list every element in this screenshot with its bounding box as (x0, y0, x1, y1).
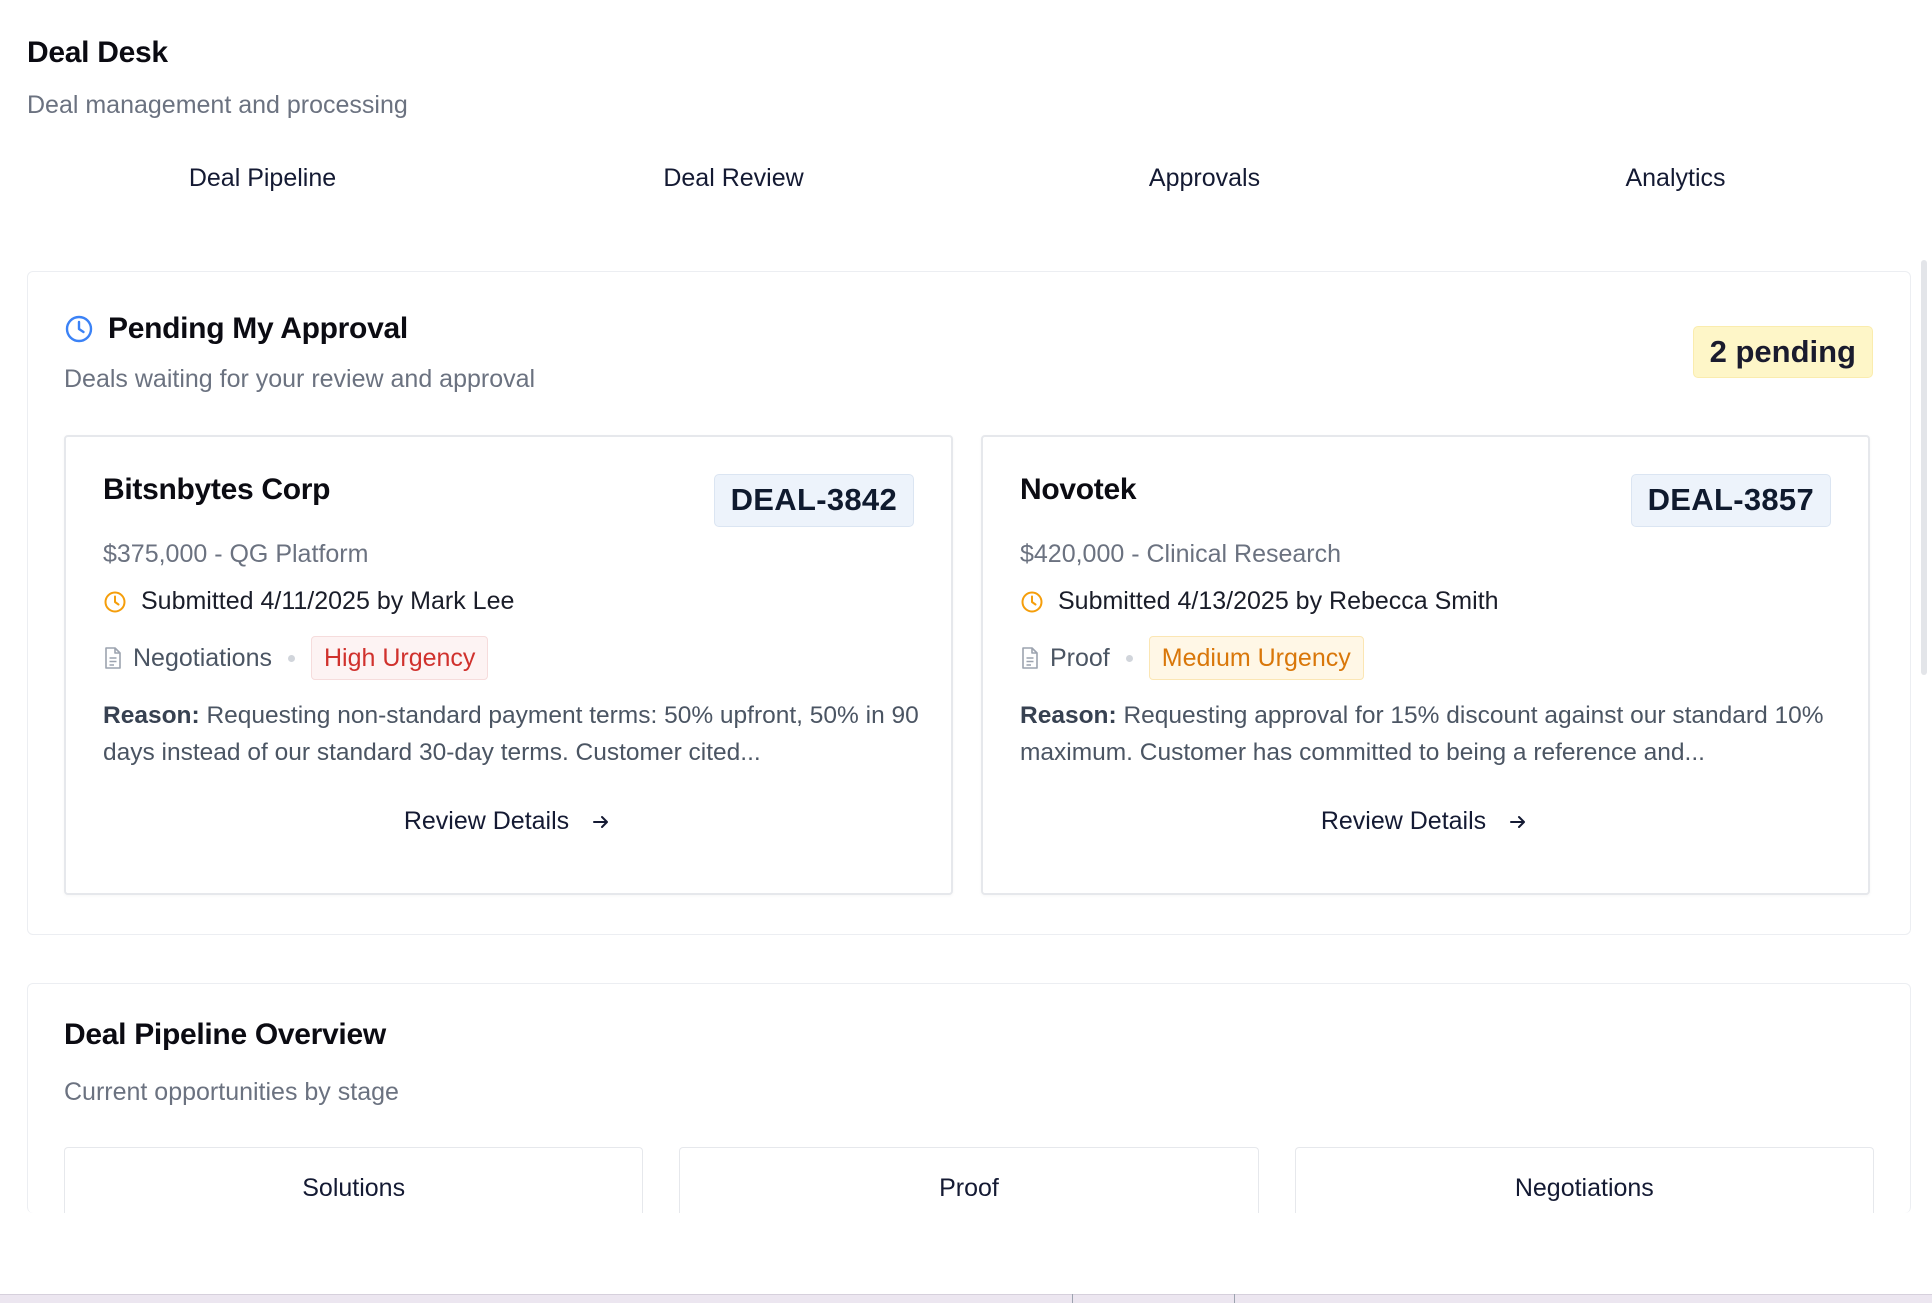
clock-icon (64, 314, 94, 344)
deal-company: Bitsnbytes Corp (103, 473, 331, 506)
deal-submitted-row: Submitted 4/11/2025 by Mark Lee (103, 587, 514, 616)
strip-divider (1234, 1294, 1235, 1303)
reason-label: Reason: (1020, 702, 1117, 729)
reason-text: Requesting non-standard payment terms: 5… (103, 702, 919, 766)
separator-dot (287, 654, 295, 662)
deal-reason: Reason: Requesting non-standard payment … (103, 697, 923, 771)
pipeline-overview-title: Deal Pipeline Overview (64, 1018, 386, 1051)
reason-label: Reason: (103, 702, 200, 729)
document-icon (1020, 646, 1040, 670)
tab-approvals[interactable]: Approvals (969, 150, 1440, 206)
pipeline-overview-description: Current opportunities by stage (64, 1078, 399, 1106)
review-details-button[interactable]: Review Details (983, 807, 1868, 836)
stage-label: Negotiations (1514, 1174, 1654, 1202)
pipeline-stages: Solutions Proof Negotiations (64, 1147, 1874, 1213)
deal-amount: $375,000 - QG Platform (103, 540, 369, 568)
pending-approval-card: Pending My Approval Deals waiting for yo… (27, 271, 1911, 935)
page-title: Deal Desk (27, 36, 168, 69)
deal-company: Novotek (1020, 473, 1137, 506)
stage-label: Solutions (302, 1174, 406, 1202)
deal-amount: $420,000 - Clinical Research (1020, 540, 1342, 568)
deal-card: Novotek DEAL-3857 $420,000 - Clinical Re… (981, 435, 1870, 895)
tab-bar: Deal Pipeline Deal Review Approvals Anal… (27, 150, 1911, 206)
stage-column-negotiations: Negotiations (1294, 1147, 1874, 1213)
tab-deal-review[interactable]: Deal Review (498, 150, 969, 206)
deal-id-badge: DEAL-3857 (1630, 474, 1831, 527)
review-details-label: Review Details (1320, 807, 1487, 835)
review-details-button[interactable]: Review Details (66, 807, 951, 836)
pipeline-overview-header: Deal Pipeline Overview (64, 1018, 386, 1052)
arrow-right-icon (589, 810, 613, 834)
pending-approval-title: Pending My Approval (108, 312, 408, 345)
pending-approval-description: Deals waiting for your review and approv… (64, 365, 536, 393)
bottom-edge-strip (0, 1294, 1932, 1303)
tab-analytics[interactable]: Analytics (1440, 150, 1911, 206)
clock-icon (103, 590, 127, 614)
deal-submitted-text: Submitted 4/11/2025 by Mark Lee (141, 587, 515, 615)
deal-submitted-text: Submitted 4/13/2025 by Rebecca Smith (1058, 587, 1499, 615)
urgency-badge: High Urgency (310, 636, 489, 680)
deal-reason: Reason: Requesting approval for 15% disc… (1020, 697, 1840, 771)
deal-meta-row: Negotiations High Urgency (103, 636, 489, 680)
page-subtitle: Deal management and processing (27, 91, 408, 119)
separator-dot (1125, 654, 1133, 662)
deal-stage: Negotiations (133, 643, 272, 672)
stage-column-proof: Proof (679, 1147, 1259, 1213)
pending-count-badge: 2 pending (1692, 326, 1873, 378)
tab-deal-pipeline[interactable]: Deal Pipeline (27, 150, 498, 206)
deal-id-badge: DEAL-3842 (713, 474, 914, 527)
pipeline-overview-card: Deal Pipeline Overview Current opportuni… (27, 983, 1911, 1213)
document-icon (103, 646, 123, 670)
stage-column-solutions: Solutions (64, 1147, 644, 1213)
deal-card: Bitsnbytes Corp DEAL-3842 $375,000 - QG … (64, 435, 953, 895)
strip-divider (1072, 1294, 1073, 1303)
deal-desk-page: Deal Desk Deal management and processing… (0, 0, 1932, 1303)
clock-icon (1020, 590, 1044, 614)
reason-text: Requesting approval for 15% discount aga… (1020, 702, 1824, 766)
scrollbar[interactable] (1921, 260, 1927, 675)
pending-approval-header: Pending My Approval (64, 312, 408, 346)
deal-submitted-row: Submitted 4/13/2025 by Rebecca Smith (1020, 587, 1499, 616)
stage-label: Proof (939, 1174, 999, 1202)
deal-meta-row: Proof Medium Urgency (1020, 636, 1364, 680)
deal-stage: Proof (1050, 643, 1110, 672)
urgency-badge: Medium Urgency (1148, 636, 1364, 680)
review-details-label: Review Details (403, 807, 570, 835)
arrow-right-icon (1506, 810, 1530, 834)
